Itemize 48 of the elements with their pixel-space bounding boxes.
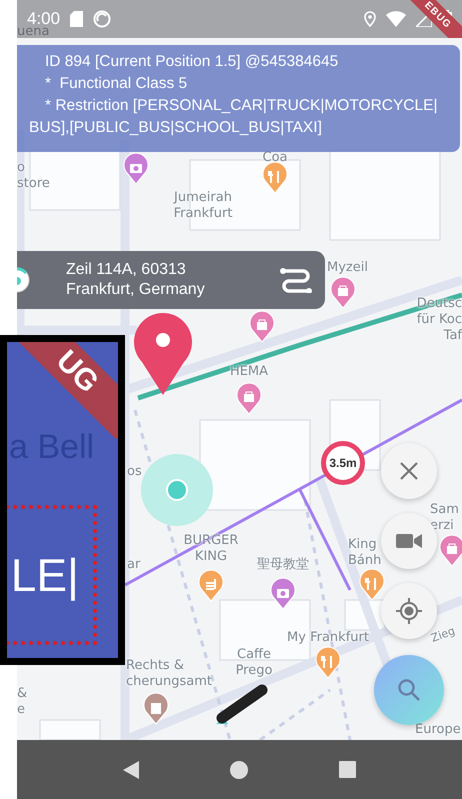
map-label: Jumeirah Frankfurt [174, 190, 232, 222]
route-icon[interactable] [279, 267, 313, 293]
wifi-icon [386, 11, 406, 27]
map-label: os [127, 464, 142, 480]
height-limit-sign: 3.5m [321, 441, 365, 485]
map-label: Rechts & cherungsamt [126, 658, 212, 690]
restaurant-pin-icon[interactable] [262, 162, 288, 194]
map-label: Coa [262, 150, 288, 166]
map-label: HEMA [230, 364, 268, 380]
back-icon[interactable] [122, 760, 139, 778]
map-label: & e [17, 686, 28, 718]
debug-info-line: * Functional Class 5 [45, 74, 188, 94]
search-icon [397, 678, 421, 702]
map-label: 聖母教堂 [257, 557, 309, 573]
sync-icon [93, 10, 112, 28]
shopping-bag-pin-icon[interactable] [236, 382, 262, 414]
restaurant-pin-icon[interactable] [316, 646, 340, 678]
fast-food-pin-icon[interactable] [198, 570, 224, 602]
map-label: o store [17, 160, 50, 192]
shopping-bag-pin-icon[interactable] [440, 534, 462, 566]
building-pin-icon[interactable] [144, 692, 168, 724]
camera-pin-icon[interactable] [270, 578, 296, 610]
map-label: Myzeil [327, 260, 368, 276]
map-label: Zieg [429, 623, 458, 647]
address-text: Frankfurt, Germany [66, 280, 206, 300]
highlighted-text: LE| [7, 505, 97, 645]
shopping-bag-pin-icon[interactable] [330, 276, 356, 308]
sd-card-icon [70, 11, 84, 27]
map-label: My Frankfurt [287, 630, 369, 646]
home-icon[interactable] [230, 760, 248, 778]
debug-info-line: ID 894 [Current Position 1.5] @545384645 [45, 52, 340, 72]
camera-pin-icon[interactable] [124, 152, 148, 184]
crosshair-icon [395, 597, 423, 625]
recents-icon[interactable] [339, 761, 356, 778]
map-label: ar [127, 557, 140, 573]
location-icon [364, 11, 376, 27]
map-label: Caffe Prego [236, 647, 272, 679]
map-label: King Bánh [348, 537, 382, 569]
video-camera-icon [396, 533, 422, 549]
shopping-bag-pin-icon[interactable] [250, 310, 274, 342]
debug-info-line: BUS],[PUBLIC_BUS|SCHOOL_BUS|TAXI] [29, 118, 323, 138]
close-icon [400, 462, 418, 480]
debug-info-line: * Restriction [PERSONAL_CAR|TRUCK|MOTORCYCLE| [45, 96, 438, 116]
restaurant-pin-icon[interactable] [360, 568, 384, 600]
address-text: Zeil 114A, 60313 [66, 260, 187, 280]
map-label: Europe [415, 722, 461, 738]
destination-pin-icon [134, 313, 192, 395]
location-accuracy-circle [141, 454, 213, 526]
